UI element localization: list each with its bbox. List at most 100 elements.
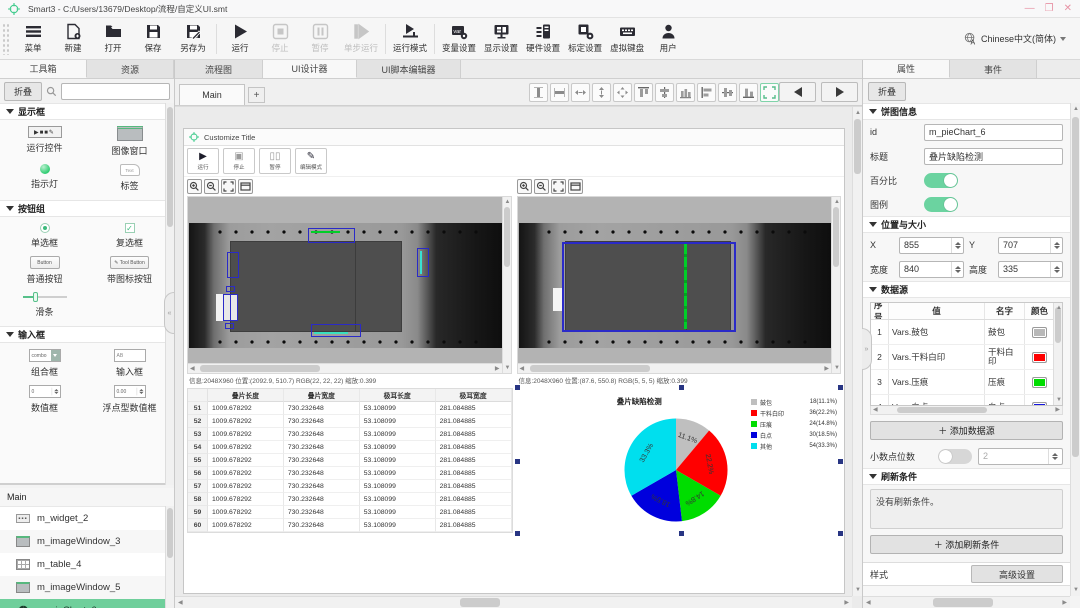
tree-item-m_imageWindow_5[interactable]: m_imageWindow_5 — [0, 576, 165, 599]
save-as-button[interactable]: 另存为 — [173, 20, 213, 58]
tree-item-m_pieChart_6[interactable]: m_pieChart_6 — [0, 599, 165, 608]
toolbox-item-label[interactable]: Text标签 — [87, 164, 172, 192]
stretch-both-icon[interactable] — [613, 83, 632, 102]
image-window-left[interactable]: ▲▼ ◀▶ 信息:2048X960 位置:(2092.9, 510.7) RGB… — [187, 179, 512, 386]
tab-toolbox[interactable]: 工具箱 — [0, 60, 87, 78]
table-row[interactable]: 531009.678292730.23264853.108099281.0848… — [188, 428, 512, 441]
image-vscrollbar[interactable]: ▲▼ — [831, 197, 840, 373]
toolbox-item-image-window[interactable]: 图像窗口 — [87, 126, 172, 157]
design-page[interactable]: Customize Title ▶运行 ▣停止 ▯▯暂停 ✎编辑模式 — [183, 128, 845, 594]
zoom-in-button[interactable] — [517, 179, 532, 194]
tab-properties[interactable]: 属性 — [863, 60, 950, 78]
tab-resources[interactable]: 资源 — [87, 60, 174, 78]
y-input[interactable]: 707 — [998, 237, 1063, 254]
toolbar-grip[interactable] — [2, 23, 11, 55]
datasource-table[interactable]: 序号 值 名字 颜色 1Vars.鼓包鼓包2Vars.干料白印干料白印3Vars… — [870, 302, 1063, 406]
tab-ui-script-editor[interactable]: UI脚本编辑器 — [357, 60, 461, 78]
table-row[interactable]: 551009.678292730.23264853.108099281.0848… — [188, 454, 512, 467]
image-vscrollbar[interactable]: ▲▼ — [502, 197, 511, 373]
close-button[interactable]: ✕ — [1064, 4, 1072, 14]
table-row[interactable]: 591009.678292730.23264853.108099281.0848… — [188, 506, 512, 519]
new-button[interactable]: 新建 — [53, 20, 93, 58]
user-button[interactable]: 用户 — [648, 20, 688, 58]
toolbox-item-radio[interactable]: 单选框 — [2, 223, 87, 249]
section-display-frames[interactable]: 显示框 — [0, 103, 174, 120]
selection-handle[interactable] — [515, 385, 520, 390]
section-pie-info[interactable]: 饼图信息 — [863, 103, 1070, 120]
minimize-button[interactable]: — — [1025, 4, 1035, 14]
datasource-row[interactable]: 2Vars.干料白印干料白印 — [871, 345, 1062, 370]
color-swatch[interactable] — [1032, 327, 1047, 338]
section-datasource[interactable]: 数据源 — [863, 281, 1070, 298]
properties-hscrollbar[interactable]: ◀▶ — [863, 596, 1070, 608]
var-settings-button[interactable]: var 变量设置 — [438, 20, 480, 58]
tab-flow-diagram[interactable]: 流程图 — [175, 60, 263, 78]
zoom-out-button[interactable] — [534, 179, 549, 194]
datasource-row[interactable]: 3Vars.压痕压痕 — [871, 370, 1062, 395]
right-panel-collapse-handle[interactable]: » — [862, 328, 872, 370]
selection-handle[interactable] — [838, 459, 843, 464]
designer-canvas[interactable]: Customize Title ▶运行 ▣停止 ▯▯暂停 ✎编辑模式 — [175, 106, 862, 608]
measurement-table[interactable]: 叠片长度 叠片宽度 极耳长度 极耳宽度 511009.678292730.232… — [187, 388, 513, 533]
datasource-vscrollbar[interactable]: ▲▼ — [1053, 303, 1062, 405]
toolbox-item-slider[interactable]: 滑条 — [2, 292, 87, 318]
pause-button[interactable]: 暂停 — [300, 20, 340, 58]
stretch-height-icon[interactable] — [592, 83, 611, 102]
tree-scrollbar[interactable] — [165, 506, 174, 608]
image-viewport-right[interactable]: ▲▼ ◀▶ — [517, 196, 842, 374]
widget-edit-mode-button[interactable]: ✎编辑模式 — [295, 148, 327, 174]
height-input[interactable]: 335 — [998, 261, 1063, 278]
widget-stop-button[interactable]: ▣停止 — [223, 148, 255, 174]
widget-run-button[interactable]: ▶运行 — [187, 148, 219, 174]
toolbox-collapse-button[interactable]: 折叠 — [4, 82, 42, 101]
custom-widget-titlebar[interactable]: Customize Title — [184, 129, 844, 146]
id-input[interactable]: m_pieChart_6 — [924, 124, 1063, 141]
toolbox-item-indicator-lamp[interactable]: 指示灯 — [2, 164, 87, 192]
table-row[interactable]: 581009.678292730.23264853.108099281.0848… — [188, 493, 512, 506]
virtual-keyboard-button[interactable]: 虚拟键盘 — [606, 20, 648, 58]
properties-vscrollbar[interactable]: ▲▼ — [1070, 103, 1080, 596]
canvas-hscrollbar[interactable]: ◀▶ — [175, 596, 852, 608]
align-bottom-icon[interactable] — [739, 83, 758, 102]
toolbox-item-run-control[interactable]: ▶■■✎运行控件 — [2, 126, 87, 157]
selection-handle[interactable] — [679, 385, 684, 390]
zoom-fit-button[interactable] — [551, 179, 566, 194]
toolbox-item-tool-button[interactable]: ✎ Tool Button带图标按钮 — [87, 256, 172, 285]
selection-handle[interactable] — [679, 531, 684, 536]
panel-toggle-button[interactable] — [238, 179, 253, 194]
open-button[interactable]: 打开 — [93, 20, 133, 58]
tree-item-m_table_4[interactable]: m_table_4 — [0, 553, 165, 576]
toolbox-item-float-spinbox[interactable]: 0.00浮点型数值框 — [87, 385, 172, 414]
left-panel-collapse-handle[interactable]: « — [164, 292, 174, 334]
widget-pause-button[interactable]: ▯▯暂停 — [259, 148, 291, 174]
step-run-button[interactable]: 单步运行 — [340, 20, 382, 58]
section-input-boxes[interactable]: 输入框 — [0, 326, 174, 343]
tree-item-m_widget_2[interactable]: ▪▪▪ m_widget_2 — [0, 507, 165, 530]
image-window-right[interactable]: ▲▼ ◀▶ 信息:2048X960 位置:(87.6, 550.8) RGB(5… — [517, 179, 842, 386]
table-row[interactable]: 601009.678292730.23264853.108099281.0848… — [188, 519, 512, 532]
restore-button[interactable]: ❐ — [1045, 4, 1054, 14]
language-selector[interactable]: A Chinese中文(简体) — [964, 32, 1066, 45]
add-page-button[interactable]: + — [248, 87, 265, 103]
image-hscrollbar[interactable]: ◀▶ — [188, 363, 502, 373]
color-swatch[interactable] — [1032, 377, 1047, 388]
datasource-hscrollbar[interactable]: ◀▶ — [870, 406, 1063, 415]
tree-item-m_imageWindow_3[interactable]: m_imageWindow_3 — [0, 530, 165, 553]
toolbox-search-input[interactable] — [61, 83, 170, 100]
toolbox-item-textbox[interactable]: AB输入框 — [87, 349, 172, 378]
nav-forward-button[interactable] — [821, 82, 858, 102]
datasource-row[interactable]: 1Vars.鼓包鼓包 — [871, 320, 1062, 345]
align-left-icon[interactable] — [697, 83, 716, 102]
min-height-icon[interactable] — [550, 83, 569, 102]
section-refresh-condition[interactable]: 刷新条件 — [863, 468, 1070, 485]
stop-button[interactable]: 停止 — [260, 20, 300, 58]
menu-button[interactable]: 菜单 — [13, 20, 53, 58]
center-horizontal-icon[interactable] — [655, 83, 674, 102]
selection-handle[interactable] — [515, 531, 520, 536]
panel-toggle-button[interactable] — [568, 179, 583, 194]
center-vertical-icon[interactable] — [718, 83, 737, 102]
image-hscrollbar[interactable]: ◀▶ — [518, 363, 832, 373]
advanced-settings-button[interactable]: 高级设置 — [971, 565, 1063, 583]
width-input[interactable]: 840 — [899, 261, 964, 278]
align-top-icon[interactable] — [634, 83, 653, 102]
